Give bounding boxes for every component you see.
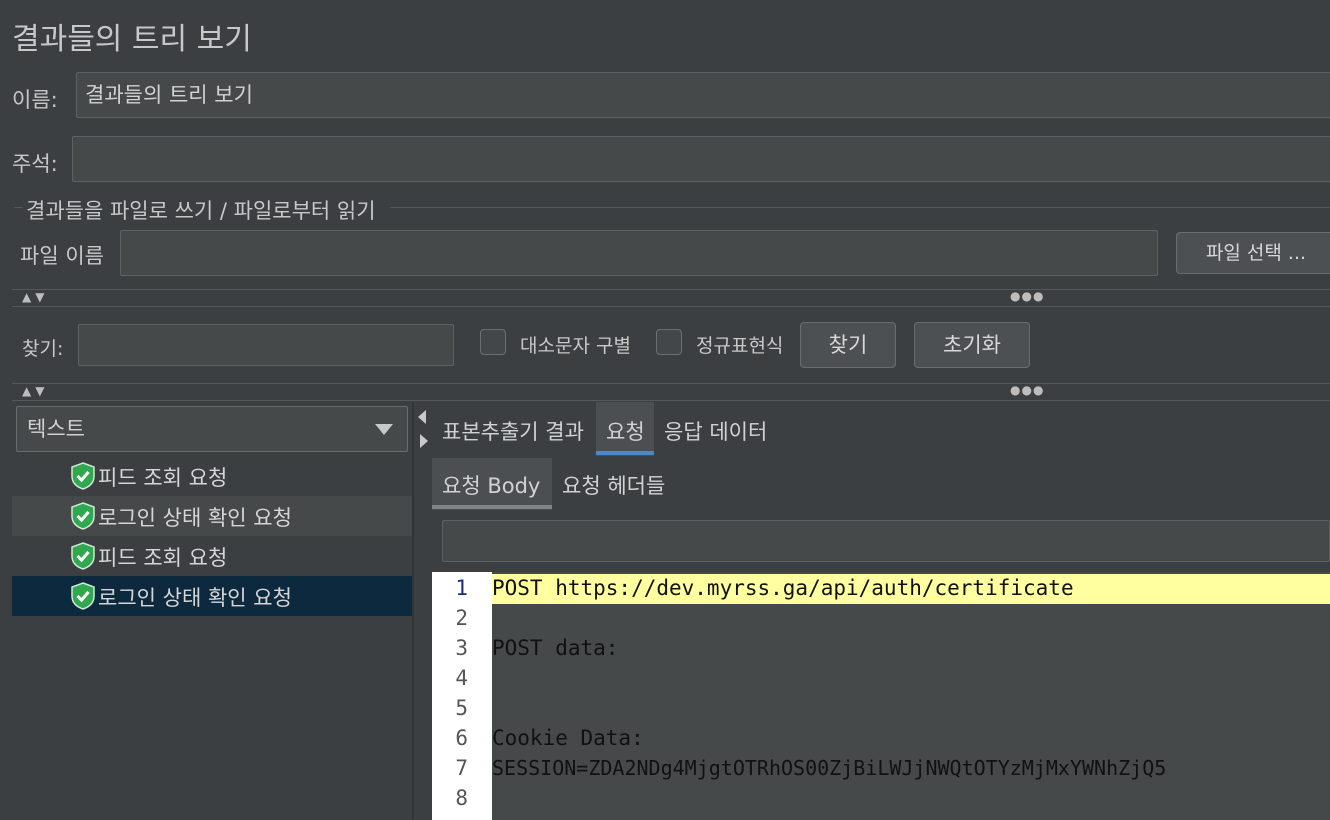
request-body-editor[interactable] xyxy=(432,572,1330,820)
file-name-label: 파일 이름 xyxy=(20,244,104,268)
name-value: 결과들의 트리 보기 xyxy=(85,83,253,107)
subtab-request-body[interactable]: 요청 Body xyxy=(442,470,540,500)
line-number: 6 xyxy=(455,726,468,750)
tab-sampler-result[interactable]: 표본추출기 결과 xyxy=(442,416,584,446)
subtab-request-headers[interactable]: 요청 헤더들 xyxy=(562,470,665,500)
success-shield-icon xyxy=(71,462,95,490)
splitter-line-bottom xyxy=(12,306,1330,307)
expand-right-icon[interactable] xyxy=(420,434,428,448)
splitter-grip-icon-2[interactable]: ●●● xyxy=(1010,383,1044,397)
success-shield-icon xyxy=(71,542,95,570)
splitter-line-top xyxy=(12,289,1330,290)
line-number: 2 xyxy=(455,606,468,630)
tree-item-label: 로그인 상태 확인 요청 xyxy=(98,506,292,530)
search-button[interactable]: 찾기 xyxy=(800,322,896,368)
code-line: SESSION=ZDA2NDg4MjgtOTRhOS00ZjBiLWJjNWQt… xyxy=(492,756,1167,780)
file-name-field[interactable] xyxy=(120,230,1158,276)
tab-active-indicator xyxy=(596,451,654,455)
group-border-left xyxy=(14,207,22,208)
group-border-right xyxy=(390,207,1330,208)
splitter2-line-bottom xyxy=(12,400,1330,401)
case-sensitive-label: 대소문자 구별 xyxy=(520,335,631,357)
renderer-selected: 텍스트 xyxy=(27,417,85,441)
line-number: 3 xyxy=(455,636,468,660)
code-line: POST data: xyxy=(492,636,619,660)
tree-item-selected[interactable]: 로그인 상태 확인 요청 xyxy=(12,576,412,616)
panel-title: 결과들의 트리 보기 xyxy=(12,22,252,57)
browse-file-button[interactable]: 파일 선택 ... xyxy=(1176,232,1330,274)
file-group-legend: 결과들을 파일로 쓰기 / 파일로부터 읽기 xyxy=(26,199,376,223)
name-field[interactable]: 결과들의 트리 보기 xyxy=(76,72,1330,118)
tab-response-data[interactable]: 응답 데이터 xyxy=(664,416,767,446)
code-line: POST https://dev.myrss.ga/api/auth/certi… xyxy=(492,576,1074,600)
tree-item[interactable]: 로그인 상태 확인 요청 xyxy=(12,496,412,536)
collapse-arrows-icon-2[interactable]: ▲▼ xyxy=(22,384,48,398)
tab-request[interactable]: 요청 xyxy=(606,416,645,446)
line-number: 1 xyxy=(455,576,468,600)
tree-item-label: 로그인 상태 확인 요청 xyxy=(98,586,292,610)
renderer-select[interactable]: 텍스트 xyxy=(16,406,408,452)
success-shield-icon xyxy=(71,502,95,530)
splitter2-line-top xyxy=(12,383,1330,384)
line-number: 8 xyxy=(455,786,468,810)
subtab-active-indicator xyxy=(432,505,552,509)
line-number: 5 xyxy=(455,696,468,720)
comment-label: 주석: xyxy=(12,152,58,176)
code-line: Cookie Data: xyxy=(492,726,644,750)
case-sensitive-checkbox[interactable] xyxy=(480,329,506,355)
reset-button[interactable]: 초기화 xyxy=(914,322,1030,368)
tree-item[interactable]: 피드 조회 요청 xyxy=(12,456,412,496)
tree-item[interactable]: 피드 조회 요청 xyxy=(12,536,412,576)
splitter-grip-icon[interactable]: ●●● xyxy=(1010,289,1044,303)
collapse-left-icon[interactable] xyxy=(418,410,426,424)
collapse-arrows-icon[interactable]: ▲▼ xyxy=(22,290,48,304)
search-label: 찾기: xyxy=(22,338,64,360)
line-number: 4 xyxy=(455,666,468,690)
search-input[interactable] xyxy=(78,324,454,366)
line-number: 7 xyxy=(455,756,468,780)
regex-label: 정규표현식 xyxy=(696,335,784,357)
chevron-down-icon xyxy=(375,424,393,435)
tree-divider xyxy=(412,402,414,820)
body-filter-input[interactable] xyxy=(442,520,1330,562)
comment-field[interactable] xyxy=(72,136,1330,182)
name-label: 이름: xyxy=(12,88,58,112)
tree-item-label: 피드 조회 요청 xyxy=(98,466,228,490)
regex-checkbox[interactable] xyxy=(656,329,682,355)
success-shield-icon xyxy=(71,582,95,610)
tree-item-label: 피드 조회 요청 xyxy=(98,546,228,570)
